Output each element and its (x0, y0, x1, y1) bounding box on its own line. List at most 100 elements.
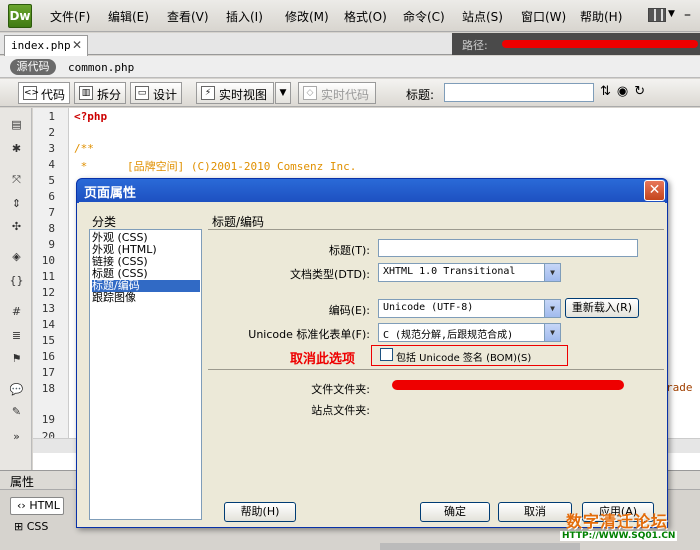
chevron-down-icon[interactable]: ▼ (544, 300, 560, 317)
line-number: 8 (48, 222, 55, 235)
line-number: 2 (48, 126, 55, 139)
chevron-down-icon[interactable]: ▼ (544, 264, 560, 281)
menu-modify[interactable]: 修改(M) (285, 8, 329, 25)
line-number: 11 (41, 270, 55, 283)
line-number: 7 (48, 206, 55, 219)
unicode-normalization-label: Unicode 标准化表单(F): (248, 328, 370, 341)
menu-help[interactable]: 帮助(H) (580, 8, 622, 25)
refresh-icon[interactable]: ↻ (634, 84, 651, 99)
close-icon[interactable]: ✕ (644, 180, 665, 201)
doctype-select[interactable]: XHTML 1.0 Transitional ▼ (378, 263, 561, 282)
redaction-mark (502, 40, 698, 48)
help-button[interactable]: 帮助(H) (224, 502, 296, 522)
line-number: 14 (41, 318, 55, 331)
chevron-down-icon[interactable]: ▼ (275, 82, 291, 104)
code-line: /** (74, 142, 94, 155)
unicode-normalization-select[interactable]: C (规范分解,后跟规范合成) ▼ (378, 323, 561, 342)
live-code-button[interactable]: ◇ 实时代码 (298, 82, 376, 104)
watermark-logo: 数字清迁论坛 (566, 512, 669, 531)
source-code-button[interactable]: 源代码 (10, 59, 56, 75)
html-properties-button[interactable]: ‹› HTML (10, 497, 64, 515)
related-file-link[interactable]: common.php (68, 61, 134, 74)
panel-fragment (380, 543, 580, 550)
divider (208, 229, 664, 230)
collapse-tag-icon[interactable]: ⤧ (9, 173, 24, 187)
document-tab[interactable]: index.php ✕ (4, 35, 88, 56)
title-field-label: 标题(T): (328, 244, 370, 257)
path-label: 路径: (462, 39, 488, 52)
line-number: 18 (41, 382, 55, 395)
comment-icon[interactable]: 💬 (9, 383, 24, 397)
cancel-button[interactable]: 取消 (498, 502, 572, 522)
line-number: 17 (41, 366, 55, 379)
css-icon: ⊞ (14, 520, 24, 533)
doctype-label: 文档类型(DTD): (290, 268, 370, 281)
menu-site[interactable]: 站点(S) (462, 8, 503, 25)
code-line: * [品牌空间] (C)2001-2010 Comsenz Inc. (74, 160, 357, 173)
menu-format[interactable]: 格式(O) (344, 8, 387, 25)
chevron-down-icon[interactable]: ▼ (668, 9, 675, 19)
live-view-icon: ⚡ (201, 86, 215, 100)
code-view-button[interactable]: <> 代码 (18, 82, 70, 104)
design-view-button[interactable]: ▭ 设计 (130, 82, 182, 104)
document-folder-label: 文件文件夹: (311, 383, 370, 396)
line-number: 16 (41, 350, 55, 363)
line-number: 1 (48, 110, 55, 123)
menu-view[interactable]: 查看(V) (167, 8, 209, 25)
split-view-button[interactable]: ▥ 拆分 (74, 82, 126, 104)
encoding-label: 编码(E): (328, 304, 370, 317)
title-input[interactable] (444, 83, 594, 102)
menu-window[interactable]: 窗口(W) (521, 8, 566, 25)
category-heading: 分类 (92, 215, 117, 229)
live-view-button[interactable]: ⚡ 实时视图 (196, 82, 274, 104)
category-item[interactable]: 跟踪图像 (92, 292, 200, 304)
ok-button[interactable]: 确定 (420, 502, 490, 522)
divider (208, 369, 664, 370)
split-icon: ▥ (79, 86, 93, 100)
gear-icon[interactable]: ✱ (9, 142, 24, 156)
menu-edit[interactable]: 编辑(E) (108, 8, 149, 25)
menu-insert[interactable]: 插入(I) (226, 8, 263, 25)
file-management-icon[interactable]: ⇅ (600, 84, 617, 99)
unicode-normalization-value: C (规范分解,后跟规范合成) (383, 330, 514, 341)
bom-checkbox[interactable] (380, 348, 393, 361)
live-code-label: 实时代码 (321, 88, 370, 102)
menu-commands[interactable]: 命令(C) (403, 8, 445, 25)
close-icon[interactable]: ✕ (72, 38, 82, 52)
dreamweaver-logo: Dw (8, 4, 32, 28)
select-parent-tag-icon[interactable]: ◈ (9, 250, 24, 264)
watermark-url: HTTP://WWW.SQ01.CN (560, 531, 678, 541)
line-number: 12 (41, 286, 55, 299)
line-number: 5 (48, 174, 55, 187)
balance-braces-icon[interactable]: {} (9, 274, 24, 288)
minimize-icon[interactable]: – (684, 7, 691, 23)
expand-all-icon[interactable]: ✣ (9, 220, 24, 234)
doctype-value: XHTML 1.0 Transitional (383, 266, 516, 277)
chevron-down-icon[interactable]: ▼ (544, 324, 560, 341)
remove-comment-icon[interactable]: ✎ (9, 405, 24, 419)
encoding-select[interactable]: Unicode (UTF-8) ▼ (378, 299, 561, 318)
html-properties-label: HTML (29, 499, 60, 512)
line-number: 3 (48, 142, 55, 155)
collapse-selection-icon[interactable]: ⇕ (9, 197, 24, 211)
open-documents-icon[interactable]: ▤ (9, 118, 24, 132)
reload-button[interactable]: 重新载入(R) (565, 298, 639, 318)
menu-file[interactable]: 文件(F) (50, 8, 90, 25)
line-number: 9 (48, 238, 55, 251)
site-folder-label: 站点文件夹: (311, 404, 370, 417)
workspace-layout-icon[interactable] (648, 8, 666, 22)
bom-checkbox-label[interactable]: 包括 Unicode 签名 (BOM)(S) (396, 349, 531, 364)
css-properties-label: CSS (26, 520, 49, 533)
chevron-down-icon[interactable]: » (9, 430, 24, 444)
code-line: <?php (74, 110, 108, 123)
browser-preview-icon[interactable]: ◉ (617, 84, 634, 99)
line-numbers-icon[interactable]: # (9, 305, 24, 319)
title-label: 标题: (406, 88, 435, 102)
syntax-error-icon[interactable]: ⚑ (9, 352, 24, 366)
code-icon: <> (23, 86, 40, 100)
highlight-invalid-icon[interactable]: ≣ (9, 329, 24, 343)
code-view-label: 代码 (41, 88, 66, 102)
title-field[interactable] (378, 239, 638, 257)
code-fragment: rade (666, 381, 693, 394)
css-properties-button[interactable]: ⊞ CSS (14, 520, 48, 533)
